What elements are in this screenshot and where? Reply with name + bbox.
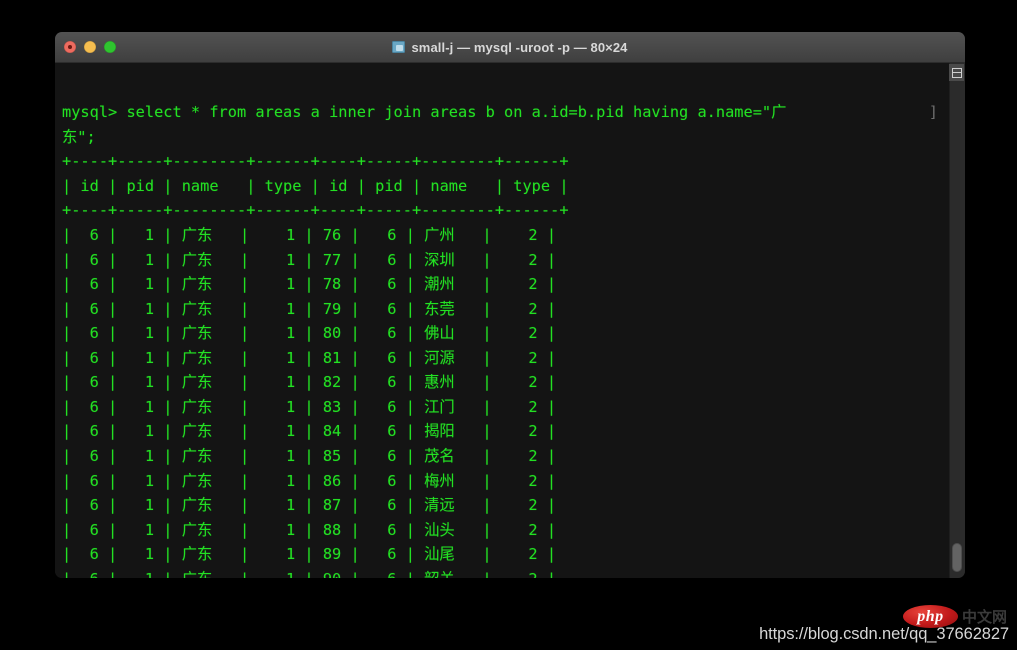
split-pane-glyph — [952, 68, 962, 78]
window-controls — [64, 32, 116, 62]
terminal-window: small-j — mysql -uroot -p — 80×24 mysql>… — [55, 32, 965, 578]
scrollbar-thumb[interactable] — [952, 543, 962, 572]
window-title-text: small-j — mysql -uroot -p — 80×24 — [411, 40, 627, 55]
terminal-body[interactable]: mysql> select * from areas a inner join … — [55, 63, 965, 578]
watermark-url: https://blog.csdn.net/qq_37662827 — [759, 625, 1009, 644]
window-titlebar[interactable]: small-j — mysql -uroot -p — 80×24 — [55, 32, 965, 63]
screenshot-root: small-j — mysql -uroot -p — 80×24 mysql>… — [0, 0, 1017, 650]
minimize-button[interactable] — [84, 41, 96, 53]
split-pane-icon[interactable] — [949, 64, 964, 81]
terminal-output: mysql> select * from areas a inner join … — [62, 100, 786, 578]
folder-icon — [392, 41, 405, 53]
line-wrap-marker: ] — [929, 100, 938, 125]
zoom-button[interactable] — [104, 41, 116, 53]
php-logo-text: 中文网 — [962, 606, 1007, 627]
close-button[interactable] — [64, 41, 76, 53]
window-title: small-j — mysql -uroot -p — 80×24 — [392, 40, 627, 55]
terminal-scrollbar[interactable] — [949, 63, 965, 578]
